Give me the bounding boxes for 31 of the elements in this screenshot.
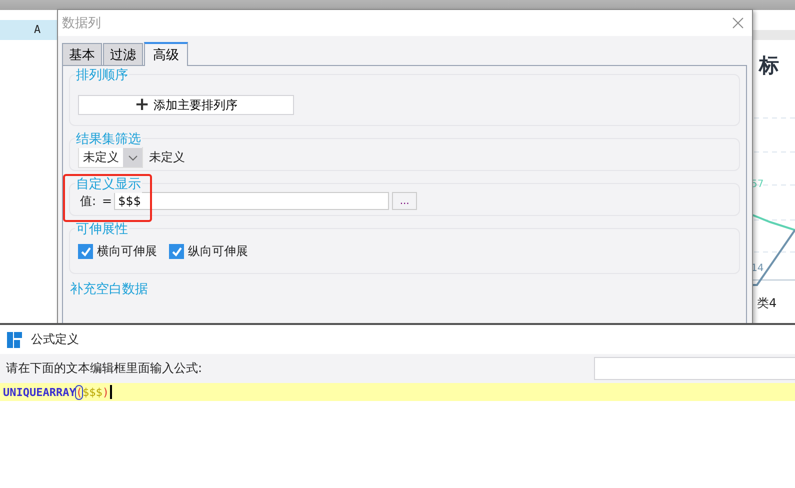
section-title: 自定义显示 bbox=[75, 175, 142, 193]
window-title: 数据列 bbox=[62, 15, 101, 32]
section-title: 排列顺序 bbox=[75, 66, 129, 84]
checkbox[interactable] bbox=[169, 244, 184, 259]
tab[interactable]: 过滤 bbox=[103, 43, 143, 65]
value-label: 值: bbox=[80, 192, 96, 210]
tab[interactable]: 高级 bbox=[144, 42, 188, 66]
equals-sign: = bbox=[102, 194, 112, 208]
window-title: 公式定义 bbox=[31, 331, 79, 348]
filter-description: 未定义 bbox=[149, 149, 185, 166]
axis-label: 类4 bbox=[757, 295, 777, 312]
section-title: 补充空白数据 bbox=[69, 281, 149, 298]
add-sort-button[interactable]: + 添加主要排列序 bbox=[78, 95, 294, 115]
prompt-text: 请在下面的文本编辑框里面输入公式: bbox=[6, 360, 202, 377]
filter-dropdown[interactable]: 未定义 bbox=[78, 147, 143, 168]
code-token: $$$ bbox=[82, 386, 102, 398]
checkbox-label: 横向可伸展 bbox=[97, 243, 157, 260]
checkbox-label: 纵向可伸展 bbox=[188, 243, 248, 260]
close-icon[interactable] bbox=[732, 17, 744, 29]
input-field[interactable] bbox=[594, 357, 795, 380]
checkbox[interactable] bbox=[78, 244, 93, 259]
section-title: 结果集筛选 bbox=[75, 130, 142, 148]
chart-title: 标 bbox=[759, 52, 779, 79]
chevron-down-icon bbox=[128, 154, 138, 160]
column-header: A bbox=[34, 23, 41, 36]
code-token: ( bbox=[76, 386, 82, 398]
code-token: ) bbox=[102, 386, 109, 398]
tab[interactable]: 基本 bbox=[62, 43, 102, 65]
value-field[interactable]: $$$ bbox=[114, 192, 390, 210]
browse-button[interactable]: ... bbox=[392, 192, 418, 210]
app-logo-icon bbox=[7, 330, 23, 348]
